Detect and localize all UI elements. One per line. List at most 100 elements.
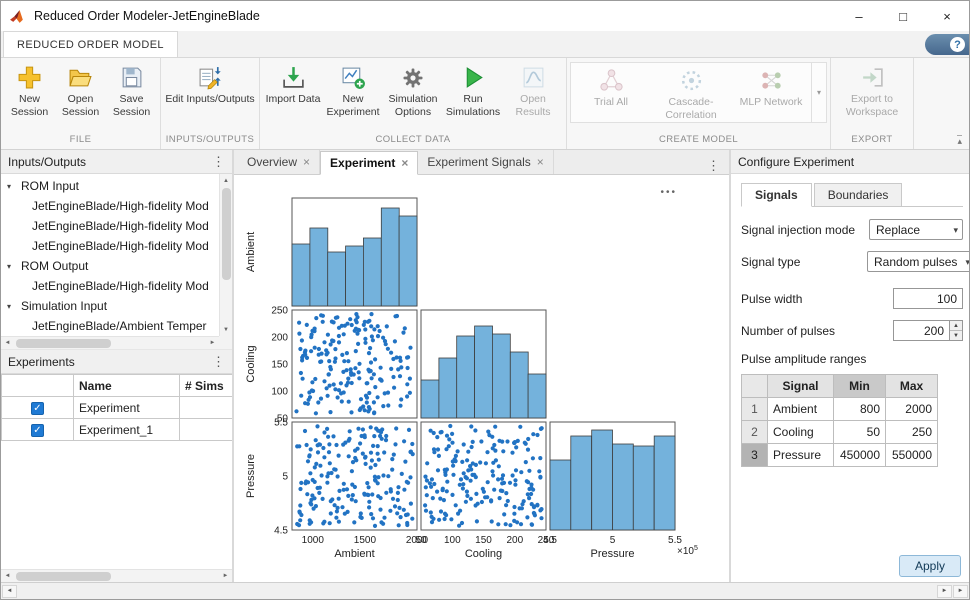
close-icon[interactable]: × <box>303 155 310 169</box>
experiment-checkbox[interactable]: ✓ <box>31 402 44 415</box>
signal-type-label: Signal type <box>741 255 800 269</box>
matlab-icon <box>9 7 27 25</box>
tab-experiment-signals[interactable]: Experiment Signals × <box>418 150 553 174</box>
experiments-horizontal-scrollbar[interactable]: ◄ ► <box>1 569 232 582</box>
experiment-checkbox[interactable]: ✓ <box>31 424 44 437</box>
signal-type-select[interactable]: Random pulses ▾ <box>867 251 969 272</box>
amp-signal-cell[interactable]: Ambient <box>768 398 834 421</box>
amp-min-cell[interactable]: 800 <box>834 398 886 421</box>
experiment-sims-cell[interactable] <box>180 419 233 441</box>
maximize-button[interactable]: □ <box>881 1 925 31</box>
scroll-left-button[interactable]: ◄ <box>2 585 17 598</box>
spinner-down-button[interactable]: ▼ <box>950 331 962 340</box>
window-title: Reduced Order Modeler-JetEngineBlade <box>34 9 260 23</box>
svg-text:Ambient: Ambient <box>334 548 374 560</box>
tab-signals[interactable]: Signals <box>741 183 812 207</box>
experiment-document: ••• AmbientCoolingPressure25020015010050… <box>234 175 729 582</box>
run-simulations-button[interactable]: Run Simulations <box>443 60 503 119</box>
scroll-up-button[interactable]: ▲ <box>220 174 232 187</box>
tree-horizontal-scrollbar[interactable]: ◄ ► <box>1 336 219 349</box>
help-button[interactable]: ? <box>925 34 969 55</box>
amp-max-cell[interactable]: 250 <box>886 421 938 444</box>
pulse-width-value: 100 <box>937 292 957 306</box>
collapse-ribbon-button[interactable]: ▴ <box>957 135 962 145</box>
tab-reduced-order-model[interactable]: REDUCED ORDER MODEL <box>3 31 178 57</box>
model-gallery: Trial All Cascade-Correlation MLP Networ… <box>570 62 827 123</box>
amp-max-cell[interactable]: 2000 <box>886 398 938 421</box>
open-results-button: Open Results <box>503 60 563 119</box>
tree-item-label: JetEngineBlade/Ambient Temper <box>32 319 207 333</box>
tab-bar-menu-icon[interactable]: ⋮ <box>698 158 729 174</box>
tree-vertical-scrollbar[interactable]: ▲ ▼ <box>219 174 232 336</box>
panel-menu-icon[interactable]: ⋮ <box>212 354 225 370</box>
signal-type-value: Random pulses <box>874 255 957 269</box>
tab-boundaries[interactable]: Boundaries <box>814 183 903 206</box>
tab-overview[interactable]: Overview × <box>238 150 320 174</box>
experiment-row[interactable]: ✓ Experiment <box>2 397 233 419</box>
signal-injection-mode-select[interactable]: Replace ▾ <box>869 219 963 240</box>
tree-collapse-icon[interactable]: ▾ <box>7 262 21 271</box>
close-icon[interactable]: × <box>401 156 408 170</box>
tree-item[interactable]: JetEngineBlade/High-fidelity Mod <box>1 236 219 256</box>
amp-min-cell[interactable]: 50 <box>834 421 886 444</box>
experiments-table: Name # Sims ✓ Experiment ✓ Experiment_1 <box>1 374 232 441</box>
cascade-correlation-icon <box>678 67 705 94</box>
tree-collapse-icon[interactable]: ▾ <box>7 302 21 311</box>
scroll-right-button[interactable]: ► <box>219 570 232 582</box>
experiment-row[interactable]: ✓ Experiment_1 <box>2 419 233 441</box>
scroll-down-button[interactable]: ▼ <box>220 323 232 336</box>
number-of-pulses-value[interactable]: 200 <box>893 320 949 341</box>
scroll-left-button[interactable]: ◄ <box>1 337 14 349</box>
simulation-options-button[interactable]: Simulation Options <box>383 60 443 119</box>
apply-button[interactable]: Apply <box>899 555 961 577</box>
amp-min-cell[interactable]: 450000 <box>834 444 886 467</box>
export-section: Export to Workspace EXPORT <box>831 58 914 149</box>
tree-group-rom-input[interactable]: ▾ ROM Input <box>1 176 219 196</box>
edit-inputs-outputs-button[interactable]: Edit Inputs/Outputs <box>164 60 256 106</box>
open-session-button[interactable]: Open Session <box>55 60 106 119</box>
import-data-button[interactable]: Import Data <box>263 60 323 106</box>
experiment-name-cell[interactable]: Experiment_1 <box>74 419 180 441</box>
svg-text:4.5: 4.5 <box>274 526 288 537</box>
app-window: Reduced Order Modeler-JetEngineBlade – □… <box>0 0 970 600</box>
file-section-caption: FILE <box>4 132 157 149</box>
experiment-name-cell[interactable]: Experiment <box>74 397 180 419</box>
minimize-button[interactable]: – <box>837 1 881 31</box>
tree-item[interactable]: JetEngineBlade/High-fidelity Mod <box>1 216 219 236</box>
tree-item[interactable]: JetEngineBlade/High-fidelity Mod <box>1 276 219 296</box>
experiment-sims-cell[interactable] <box>180 397 233 419</box>
amp-row: 1 Ambient 800 2000 <box>742 398 938 421</box>
export-workspace-icon <box>859 64 886 91</box>
tab-experiment[interactable]: Experiment × <box>320 151 418 175</box>
experiments-col-sims: # Sims <box>180 375 233 397</box>
scroll-end-button[interactable]: ► <box>953 585 968 598</box>
scroll-left-button[interactable]: ◄ <box>1 570 14 582</box>
pulse-width-input[interactable]: 100 <box>893 288 963 309</box>
tree-item[interactable]: JetEngineBlade/Ambient Temper <box>1 316 219 336</box>
scrollbar-thumb[interactable] <box>222 188 231 280</box>
number-of-pulses-stepper[interactable]: 200 ▲ ▼ <box>893 320 963 341</box>
new-session-button[interactable]: New Session <box>4 60 55 119</box>
tree-group-rom-output[interactable]: ▾ ROM Output <box>1 256 219 276</box>
file-section: New Session Open Session Save Session FI… <box>1 58 161 149</box>
tree-collapse-icon[interactable]: ▾ <box>7 182 21 191</box>
close-icon[interactable]: × <box>537 155 544 169</box>
tree-group-simulation-input[interactable]: ▾ Simulation Input <box>1 296 219 316</box>
save-session-button[interactable]: Save Session <box>106 60 157 119</box>
scroll-right-button[interactable]: ► <box>937 585 952 598</box>
tree-item[interactable]: JetEngineBlade/High-fidelity Mod <box>1 196 219 216</box>
panel-menu-icon[interactable]: ⋮ <box>212 154 225 170</box>
amp-max-cell[interactable]: 550000 <box>886 444 938 467</box>
close-button[interactable]: × <box>925 1 969 31</box>
amp-signal-cell[interactable]: Pressure <box>768 444 834 467</box>
gallery-dropdown-button[interactable]: ▾ <box>811 63 826 122</box>
tree-group-label: ROM Input <box>21 179 79 193</box>
scrollbar-thumb[interactable] <box>16 572 111 581</box>
spinner-up-button[interactable]: ▲ <box>950 321 962 331</box>
bottom-scrollbar[interactable]: ◄ ► ► <box>1 582 969 599</box>
amp-signal-cell[interactable]: Cooling <box>768 421 834 444</box>
new-experiment-button[interactable]: New Experiment <box>323 60 383 119</box>
scrollbar-thumb[interactable] <box>16 339 111 348</box>
scroll-right-button[interactable]: ► <box>206 337 219 349</box>
configure-experiment-body: Signals Boundaries Signal injection mode… <box>731 174 969 582</box>
